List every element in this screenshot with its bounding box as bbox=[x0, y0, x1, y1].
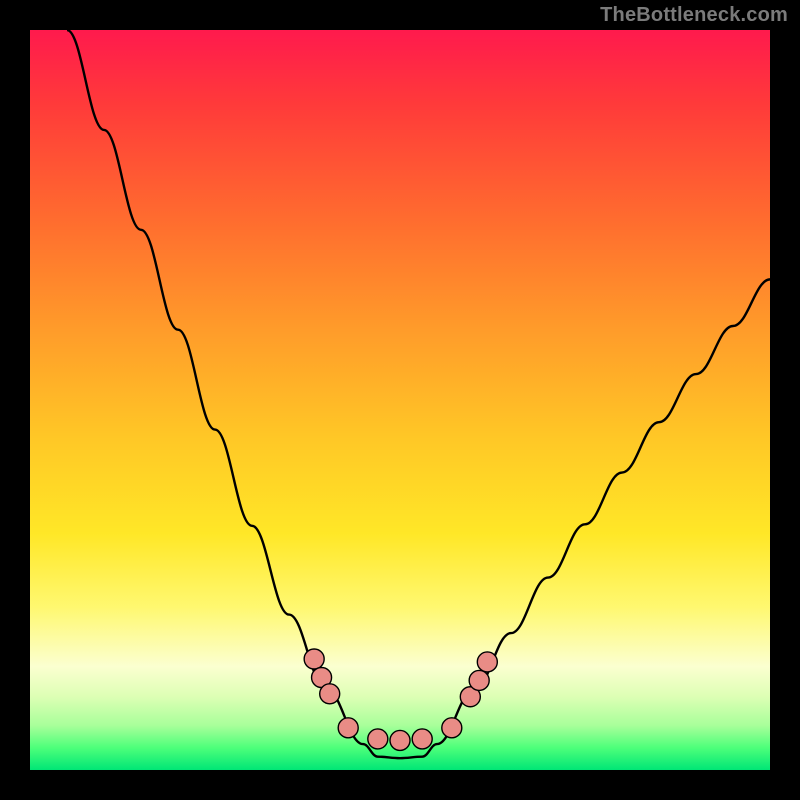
marker-dot bbox=[469, 670, 489, 690]
marker-dot bbox=[338, 718, 358, 738]
marker-dot bbox=[320, 684, 340, 704]
chart-frame: TheBottleneck.com bbox=[0, 0, 800, 800]
plot-area bbox=[30, 30, 770, 770]
marker-dot bbox=[412, 729, 432, 749]
curve-path bbox=[67, 30, 770, 758]
marker-dot bbox=[442, 718, 462, 738]
marker-dot bbox=[368, 729, 388, 749]
chart-svg bbox=[30, 30, 770, 770]
marker-dot bbox=[390, 730, 410, 750]
bottleneck-curve bbox=[67, 30, 770, 758]
marker-dot bbox=[304, 649, 324, 669]
watermark-text: TheBottleneck.com bbox=[600, 4, 788, 27]
highlight-dots bbox=[304, 649, 497, 750]
marker-dot bbox=[477, 652, 497, 672]
